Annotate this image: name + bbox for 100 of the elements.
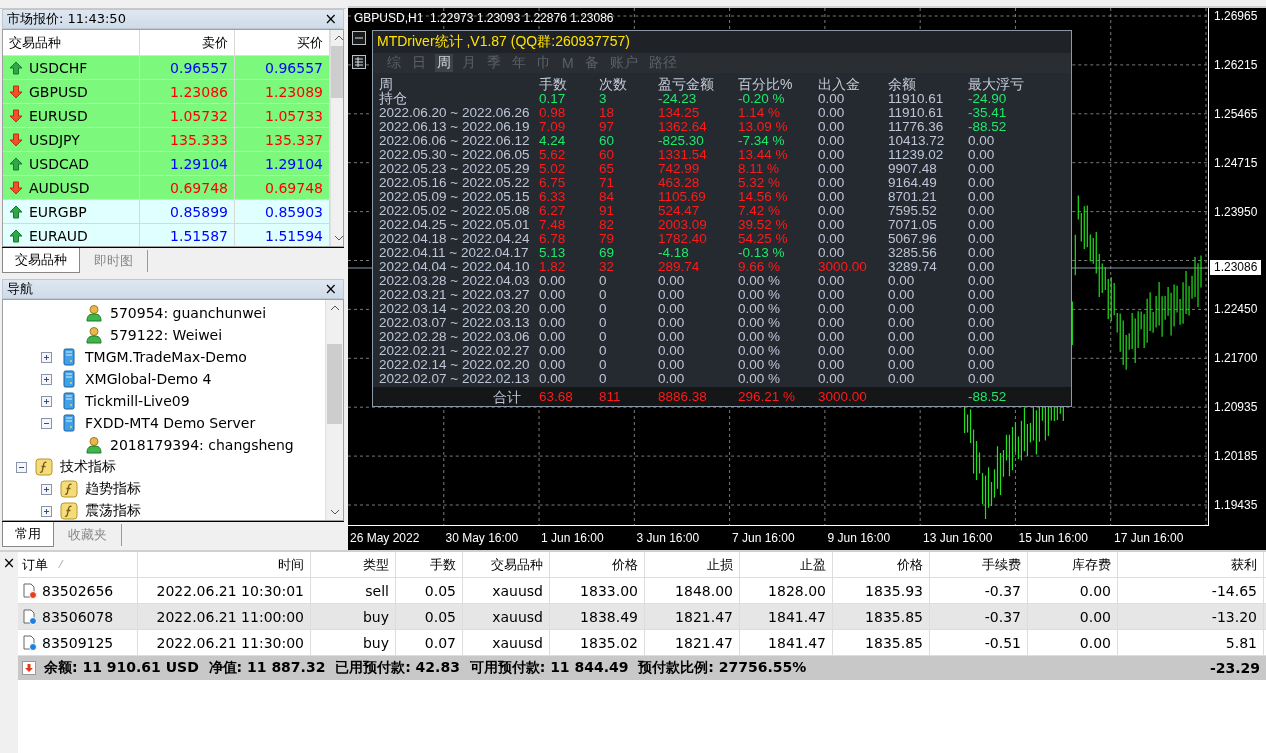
quote-row[interactable]: GBPUSD 1.23086 1.23089 — [3, 80, 330, 104]
table-cell: 1835.85 — [865, 634, 923, 651]
table-cell-text: 63.68 — [539, 389, 574, 404]
expand-icon[interactable] — [41, 395, 52, 407]
price-label: 1.21700 — [1214, 351, 1258, 366]
tab[interactable]: 交易品种 — [2, 248, 80, 273]
time-label: 1 Jun 16:00 — [541, 530, 605, 547]
price-label: 1.23950 — [1214, 204, 1258, 219]
tree-item[interactable]: TMGM.TradeMax-Demo — [85, 349, 247, 365]
tree-item[interactable]: 579122: Weiwei — [110, 327, 223, 343]
table-cell-text: 0.00 — [818, 344, 846, 358]
quote-row[interactable]: EURGBP 0.85899 0.85903 — [3, 200, 330, 224]
minimize-icon[interactable] — [352, 31, 366, 45]
table-cell: -14.65 — [1211, 582, 1257, 599]
table-cell: xauusd — [492, 582, 543, 599]
table-cell: 83502656 — [42, 582, 114, 599]
table-cell-text: 0.00 — [818, 218, 846, 232]
quote-row[interactable]: USDJPY 135.333 135.337 — [3, 128, 330, 152]
close-button[interactable]: × — [322, 10, 339, 28]
table-cell-text: 0.00 % — [738, 344, 782, 358]
scroll-thumb[interactable] — [327, 344, 342, 424]
column-header[interactable]: 交易品种 — [463, 552, 550, 577]
expand-icon[interactable] — [41, 483, 52, 495]
table-cell: -0.37 — [984, 582, 1021, 599]
tree-item[interactable]: 震荡指标 — [85, 502, 141, 520]
table-cell-text: 0.00 — [888, 330, 916, 344]
column-header[interactable]: 价格 — [833, 552, 930, 577]
scroll-down-icon[interactable] — [333, 235, 343, 241]
scrollbar[interactable] — [330, 30, 343, 246]
table-cell-text: 7.09 — [539, 120, 567, 134]
period-cell-text: 2022.04.25 ~ 2022.05.01 — [379, 218, 531, 232]
table-cell-text: 5.02 — [539, 162, 567, 176]
symbol-name: AUDUSD — [29, 179, 90, 196]
scroll-up-icon[interactable] — [333, 35, 343, 41]
expand-icon[interactable] — [41, 373, 52, 385]
table-cell-text: 134.25 — [658, 106, 701, 120]
scrollbar[interactable] — [325, 300, 343, 520]
column-header[interactable]: 价格 — [550, 552, 645, 577]
scroll-thumb[interactable] — [331, 46, 343, 98]
collapse-icon[interactable] — [16, 461, 27, 473]
column-header: 出入金 — [818, 77, 861, 92]
table-cell: 1841.47 — [768, 634, 826, 651]
column-header[interactable]: 手续费 — [930, 552, 1028, 577]
column-header[interactable]: 卖价 — [140, 30, 235, 55]
table-cell-text: 0.00 — [818, 274, 846, 288]
column-header[interactable]: 时间 — [138, 552, 311, 577]
table-cell-text: 0.00 — [968, 372, 996, 386]
table-cell-text: 0.00 — [818, 288, 846, 302]
tree-item[interactable]: Tickmill-Live09 — [85, 393, 190, 409]
quote-row[interactable]: AUDUSD 0.69748 0.69748 — [3, 176, 330, 200]
table-cell-text: 0 — [599, 330, 608, 344]
tab[interactable]: 常用 — [2, 522, 54, 547]
scroll-up-icon[interactable] — [329, 305, 340, 311]
column-header[interactable]: 交易品种 — [3, 30, 140, 55]
scroll-down-icon[interactable] — [329, 509, 340, 515]
collapse-icon[interactable] — [41, 417, 52, 429]
period-cell-text: 2022.02.07 ~ 2022.02.13 — [379, 372, 531, 386]
tree-item[interactable]: 技术指标 — [60, 458, 116, 476]
column-header[interactable]: 库存费 — [1028, 552, 1118, 577]
table-cell: 1835.93 — [865, 582, 923, 599]
grid-icon[interactable] — [352, 55, 366, 69]
tree-item[interactable]: XMGlobal-Demo 4 — [85, 371, 212, 387]
order-row[interactable]: 83506078 2022.06.21 11:00:00 buy 0.05 xauusd 1838.49 1821.47 1841.47 1835.85 -0.37 0.00 -13.20 — [18, 604, 1266, 630]
table-cell-text: -88.52 — [968, 120, 1008, 134]
tree-item[interactable]: 2018179394: changsheng — [110, 437, 294, 453]
tree-item[interactable]: 趋势指标 — [85, 480, 141, 498]
column-header[interactable]: 订单 ⁄ — [18, 552, 138, 577]
table-cell-text: 0.00 — [818, 358, 846, 372]
window-title: MTDriver统计 ,V1.87 (QQ群:260937757) — [377, 33, 630, 51]
expand-icon[interactable] — [41, 505, 52, 517]
table-cell: xauusd — [492, 608, 543, 625]
table-cell-text: 84 — [599, 190, 616, 204]
tree-item[interactable]: 570954: guanchunwei — [110, 305, 267, 321]
column-header[interactable]: 手数 — [396, 552, 463, 577]
quote-row[interactable]: USDCHF 0.96557 0.96557 — [3, 56, 330, 80]
table-cell: 1838.49 — [580, 608, 638, 625]
bid-price: 1.29104 — [140, 152, 235, 175]
close-button[interactable]: × — [2, 554, 16, 572]
table-cell-text: 0.00 — [888, 358, 916, 372]
quote-row[interactable]: EURUSD 1.05732 1.05733 — [3, 104, 330, 128]
tree-item[interactable]: FXDD-MT4 Demo Server — [85, 415, 256, 431]
symbol-name: EURAUD — [29, 227, 88, 244]
menu-item[interactable]: 周 — [435, 54, 453, 72]
column-header[interactable]: 止盈 — [740, 552, 833, 577]
column-header[interactable]: 获利 — [1118, 552, 1264, 577]
expand-icon[interactable] — [41, 351, 52, 363]
table-cell-text: 6.75 — [539, 176, 567, 190]
quote-row[interactable]: USDCAD 1.29104 1.29104 — [3, 152, 330, 176]
table-cell-text: 0.00 — [658, 344, 686, 358]
table-cell-text: 0.00 — [818, 92, 846, 106]
column-header[interactable]: 类型 — [311, 552, 396, 577]
table-cell-text: 0.00 % — [738, 358, 782, 372]
quote-row[interactable]: EURAUD 1.51587 1.51594 — [3, 224, 330, 246]
table-cell-text: 0.00 — [539, 302, 567, 316]
column-header[interactable]: 止损 — [645, 552, 740, 577]
table-cell-text: 5.32 % — [738, 176, 782, 190]
time-label: 3 Jun 16:00 — [636, 530, 701, 547]
table-cell-text: 3285.56 — [888, 246, 938, 260]
close-button[interactable]: × — [322, 280, 339, 298]
table-cell-text: 8701.21 — [888, 190, 938, 204]
